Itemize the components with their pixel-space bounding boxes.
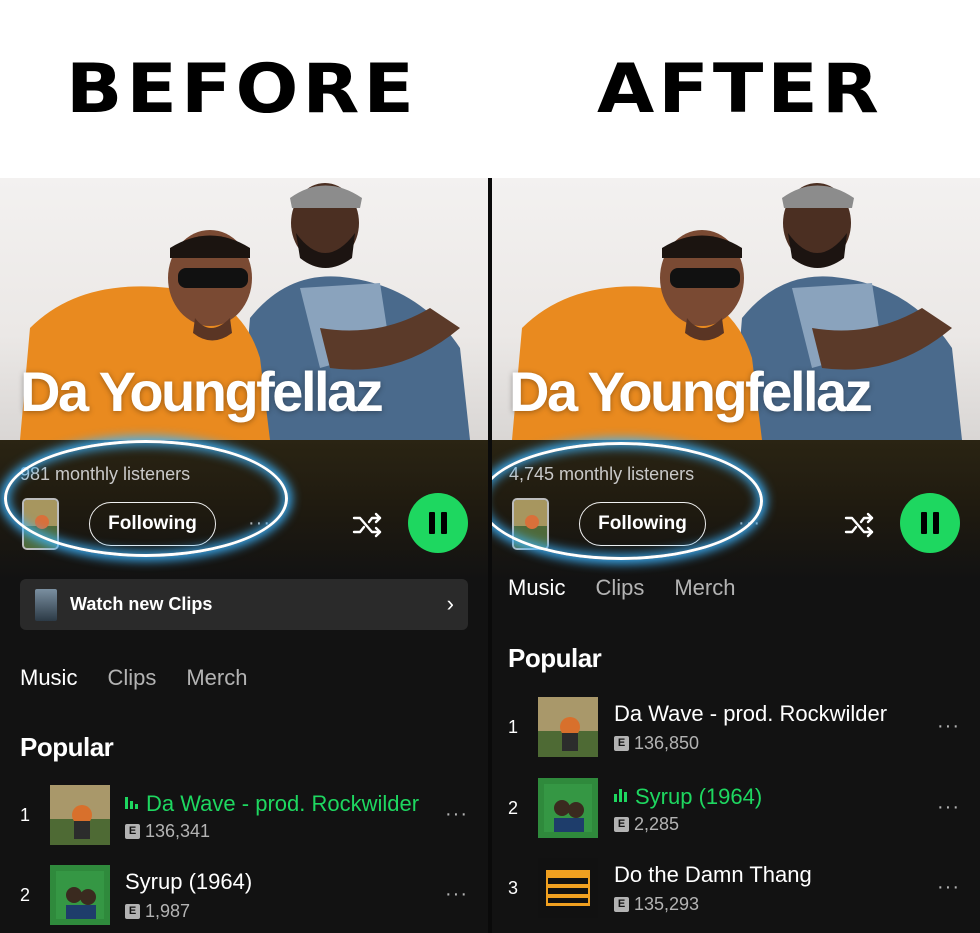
artist-hero-image: Da Youngfellaz bbox=[0, 178, 488, 440]
artist-tabs: Music Clips Merch bbox=[508, 575, 735, 601]
track-title: Syrup (1964) bbox=[614, 782, 762, 810]
pause-icon bbox=[921, 512, 927, 534]
track-number: 2 bbox=[20, 885, 31, 905]
track-plays: 136,341 bbox=[145, 821, 211, 841]
track-title: Da Wave - prod. Rockwilder bbox=[614, 701, 888, 726]
explicit-icon: E bbox=[614, 897, 629, 912]
tab-clips[interactable]: Clips bbox=[107, 665, 156, 691]
track-plays: 136,850 bbox=[634, 733, 700, 753]
track-more-icon[interactable]: ··· bbox=[937, 796, 960, 819]
track-title: Da Wave - prod. Rockwilder bbox=[125, 789, 419, 817]
clip-thumbnail bbox=[35, 589, 57, 621]
watch-clips-label: Watch new Clips bbox=[70, 594, 213, 614]
track-more-icon[interactable]: ··· bbox=[445, 803, 468, 826]
equalizer-icon bbox=[614, 782, 629, 808]
artist-name: Da Youngfellaz bbox=[20, 360, 384, 423]
track-number: 3 bbox=[508, 878, 519, 898]
track-row[interactable]: 1 Da Wave - prod. Rockwilder E 136,341 ·… bbox=[0, 783, 488, 849]
track-meta: E 135,293 bbox=[614, 894, 699, 915]
track-more-icon[interactable]: ··· bbox=[937, 876, 960, 899]
highlight-ring bbox=[492, 442, 763, 560]
track-meta: E 1,987 bbox=[125, 901, 190, 922]
track-more-icon[interactable]: ··· bbox=[937, 715, 960, 738]
track-artwork bbox=[538, 697, 598, 757]
track-number: 2 bbox=[508, 798, 519, 818]
track-plays: 135,293 bbox=[634, 894, 700, 914]
after-screenshot: Da Youngfellaz 4,745 monthly listeners F… bbox=[492, 178, 980, 933]
track-more-icon[interactable]: ··· bbox=[445, 883, 468, 906]
tab-clips[interactable]: Clips bbox=[595, 575, 644, 601]
track-row[interactable]: 2 Syrup (1964) E 1,987 ··· bbox=[0, 863, 488, 929]
chevron-right-icon: › bbox=[446, 591, 454, 616]
popular-heading: Popular bbox=[20, 732, 114, 762]
before-heading: BEFORE bbox=[66, 49, 418, 129]
track-number: 1 bbox=[20, 805, 31, 825]
tab-music[interactable]: Music bbox=[508, 575, 565, 601]
shuffle-icon[interactable] bbox=[352, 511, 384, 539]
track-meta: E 2,285 bbox=[614, 814, 679, 835]
pause-button[interactable] bbox=[408, 493, 468, 553]
track-title: Do the Damn Thang bbox=[614, 862, 812, 887]
track-plays: 2,285 bbox=[634, 814, 680, 834]
explicit-icon: E bbox=[614, 817, 629, 832]
popular-heading: Popular bbox=[508, 643, 602, 673]
highlight-ring bbox=[4, 440, 288, 557]
pause-icon bbox=[429, 512, 435, 534]
explicit-icon: E bbox=[614, 736, 629, 751]
tab-merch[interactable]: Merch bbox=[674, 575, 735, 601]
before-screenshot: Da Youngfellaz 981 monthly listeners Fol… bbox=[0, 178, 488, 933]
explicit-icon: E bbox=[125, 904, 140, 919]
track-meta: E 136,341 bbox=[125, 821, 210, 842]
artist-name: Da Youngfellaz bbox=[509, 360, 873, 423]
track-artwork bbox=[50, 865, 110, 925]
equalizer-icon bbox=[125, 789, 140, 815]
watch-clips-banner[interactable]: Watch new Clips › bbox=[20, 579, 468, 630]
tab-merch[interactable]: Merch bbox=[186, 665, 247, 691]
comparison-header: BEFORE AFTER bbox=[0, 0, 980, 178]
artist-hero-image: Da Youngfellaz bbox=[492, 178, 980, 440]
track-row[interactable]: 2 Syrup (1964) E 2,285 ··· bbox=[492, 776, 980, 842]
track-artwork bbox=[538, 778, 598, 838]
track-row[interactable]: 3 Do the Damn Thang E 135,293 ··· bbox=[492, 856, 980, 922]
after-heading: AFTER bbox=[597, 49, 883, 129]
pause-button[interactable] bbox=[900, 493, 960, 553]
shuffle-icon[interactable] bbox=[844, 511, 876, 539]
track-number: 1 bbox=[508, 717, 519, 737]
track-artwork bbox=[538, 858, 598, 918]
tab-music[interactable]: Music bbox=[20, 665, 77, 691]
track-row[interactable]: 1 Da Wave - prod. Rockwilder E 136,850 ·… bbox=[492, 695, 980, 761]
track-plays: 1,987 bbox=[145, 901, 191, 921]
track-meta: E 136,850 bbox=[614, 733, 699, 754]
explicit-icon: E bbox=[125, 824, 140, 839]
artist-tabs: Music Clips Merch bbox=[20, 665, 247, 691]
track-artwork bbox=[50, 785, 110, 845]
track-title: Syrup (1964) bbox=[125, 869, 253, 894]
